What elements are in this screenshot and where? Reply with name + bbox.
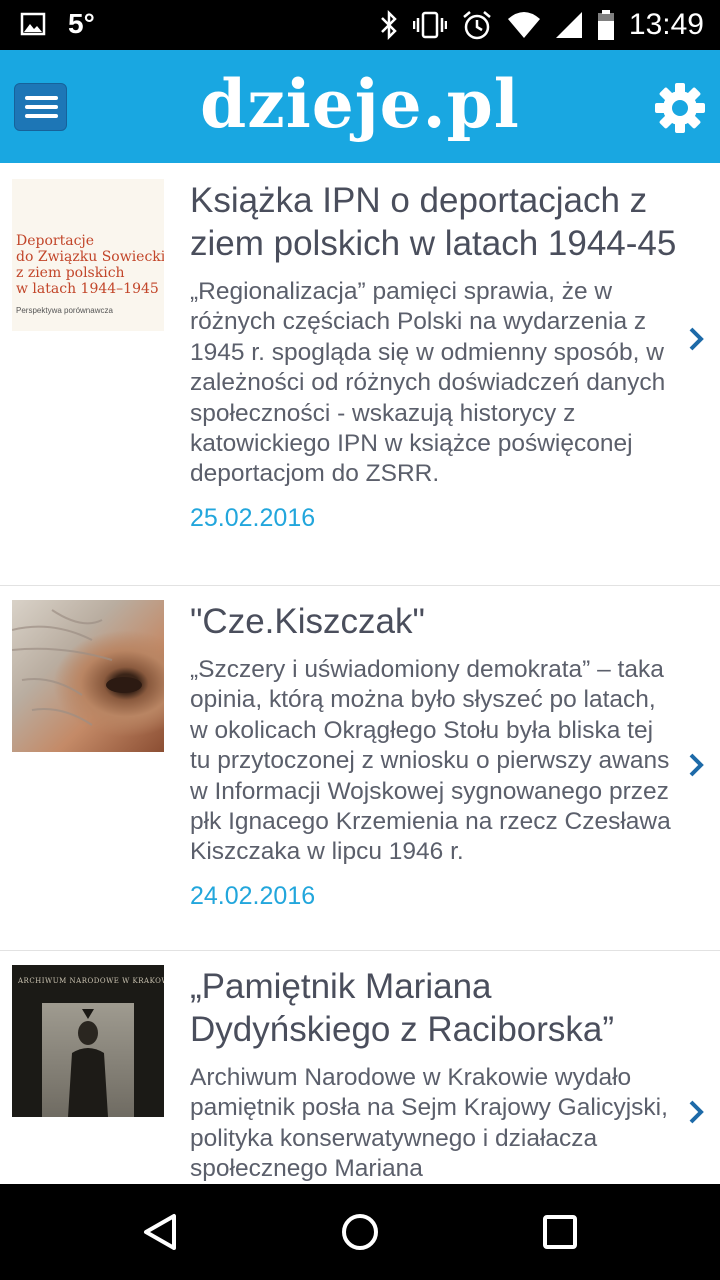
thumb-text: w latach 1944–1945 xyxy=(16,281,159,297)
vibrate-icon xyxy=(412,9,447,41)
article-excerpt: „Szczery i uświadomiony demokrata” – tak… xyxy=(190,656,671,866)
gear-icon xyxy=(655,83,705,133)
bluetooth-icon xyxy=(379,9,399,41)
article-excerpt: Archiwum Narodowe w Krakowie wydało pami… xyxy=(190,1064,668,1183)
navigation-bar xyxy=(0,1184,720,1280)
app-title: dzieje.pl xyxy=(200,65,520,143)
status-bar: 5° 13:49 xyxy=(0,0,720,50)
settings-button[interactable] xyxy=(654,82,706,134)
thumb-photo xyxy=(42,1003,134,1117)
article-item[interactable]: "Cze.Kiszczak" „Szczery i uświadomiony d… xyxy=(0,586,720,951)
article-excerpt: „Regionalizacja” pamięci sprawia, że w r… xyxy=(190,278,666,488)
face-photo xyxy=(12,609,142,726)
thumb-subtitle: Perspektywa porównawcza xyxy=(16,306,113,315)
chevron-right-icon[interactable] xyxy=(686,325,706,353)
thumb-text: do Związku Sowieckiego xyxy=(16,249,164,265)
home-icon[interactable] xyxy=(336,1208,384,1256)
article-title[interactable]: Książka IPN o deportacjach z ziem polski… xyxy=(190,179,680,265)
article-title[interactable]: "Cze.Kiszczak" xyxy=(190,600,680,643)
image-icon xyxy=(20,11,46,37)
app-bar: dzieje.pl xyxy=(0,50,720,163)
article-item[interactable]: Archiwum Narodowe w Krakowie „Pamiętnik … xyxy=(0,951,720,1184)
article-thumbnail: Deportacje do Związku Sowieckiego z ziem… xyxy=(12,179,164,331)
recents-icon[interactable] xyxy=(536,1208,584,1256)
article-list: Deportacje do Związku Sowieckiego z ziem… xyxy=(0,163,720,1184)
back-icon[interactable] xyxy=(136,1208,184,1256)
article-title[interactable]: „Pamiętnik Mariana Dydyńskiego z Racibor… xyxy=(190,965,680,1051)
battery-icon xyxy=(597,9,615,41)
wifi-icon xyxy=(507,11,541,39)
article-date: 25.02.2016 xyxy=(190,503,316,532)
clock: 13:49 xyxy=(628,8,704,41)
thumb-header: Archiwum Narodowe w Krakowie xyxy=(18,977,164,985)
article-item[interactable]: Deportacje do Związku Sowieckiego z ziem… xyxy=(0,163,720,586)
signal-icon xyxy=(555,11,583,39)
article-thumbnail: Archiwum Narodowe w Krakowie xyxy=(12,965,164,1117)
article-thumbnail xyxy=(12,600,164,752)
article-date: 24.02.2016 xyxy=(190,881,316,910)
chevron-right-icon[interactable] xyxy=(686,751,706,779)
chevron-right-icon[interactable] xyxy=(686,1098,706,1126)
thumb-text: z ziem polskich xyxy=(16,265,125,281)
thumb-text: Deportacje xyxy=(16,233,95,249)
temperature: 5° xyxy=(68,8,95,39)
alarm-icon xyxy=(461,9,493,41)
